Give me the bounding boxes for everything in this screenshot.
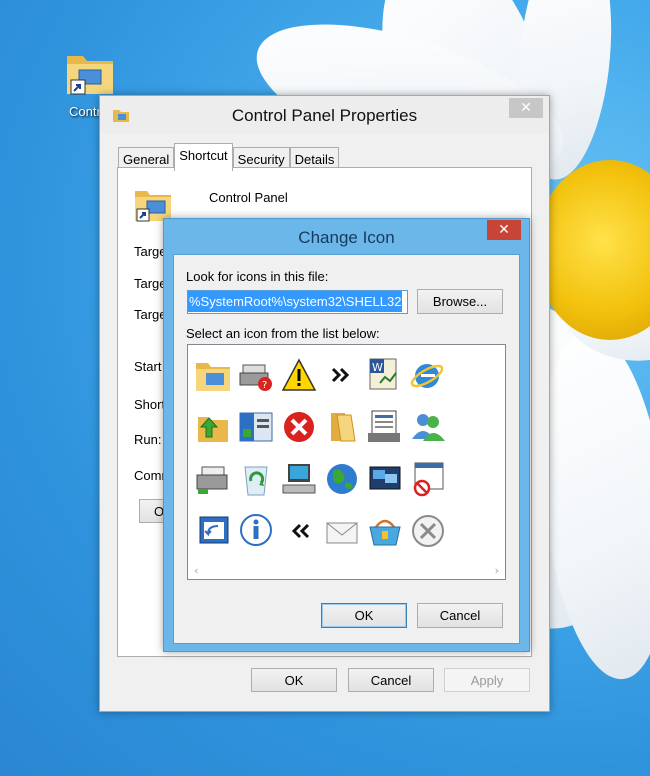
- tab-shortcut[interactable]: Shortcut: [174, 143, 233, 171]
- users-icon[interactable]: [406, 401, 449, 453]
- folder-up-arrow-icon[interactable]: [191, 401, 234, 453]
- back-arrows-icon[interactable]: [277, 505, 320, 557]
- change-icon-close-button[interactable]: ✕: [487, 220, 521, 240]
- start-menu-icon[interactable]: [234, 401, 277, 453]
- scroll-right-icon[interactable]: ›: [495, 564, 499, 577]
- blocked-window-icon[interactable]: [406, 453, 449, 505]
- scroll-left-icon[interactable]: ‹: [194, 564, 198, 577]
- svg-text:W: W: [372, 361, 383, 374]
- icon-file-path-input[interactable]: %SystemRoot%\system32\SHELL32: [187, 290, 408, 314]
- browse-button[interactable]: Browse...: [417, 289, 503, 314]
- forward-arrows-icon[interactable]: [320, 349, 363, 401]
- select-icon-label: Select an icon from the list below:: [186, 326, 380, 341]
- properties-title: Control Panel Properties: [231, 106, 418, 125]
- look-for-icons-label: Look for icons in this file:: [186, 269, 329, 284]
- warning-icon[interactable]: [277, 349, 320, 401]
- change-icon-dialog: Change Icon ✕ Look for icons in this fil…: [163, 218, 530, 652]
- start-in-label: Start: [134, 359, 162, 374]
- network-printer-icon[interactable]: [191, 453, 234, 505]
- change-icon-cancel-button[interactable]: Cancel: [417, 603, 503, 628]
- properties-close-button[interactable]: ✕: [509, 98, 543, 118]
- back-window-icon[interactable]: [191, 505, 234, 557]
- open-folder-icon[interactable]: [320, 401, 363, 453]
- properties-apply-button: Apply: [444, 668, 530, 692]
- properties-cancel-button[interactable]: Cancel: [348, 668, 434, 692]
- change-icon-client-area: Look for icons in this file: %SystemRoot…: [173, 254, 520, 644]
- shortcut-key-label: Short: [134, 397, 166, 412]
- globe-icon[interactable]: [320, 453, 363, 505]
- close-icon: ✕: [520, 100, 532, 116]
- internet-explorer-icon[interactable]: [406, 349, 449, 401]
- target-location-label: Targe: [134, 276, 167, 291]
- envelope-icon[interactable]: [320, 505, 363, 557]
- properties-titlebar[interactable]: Control Panel Properties ✕: [100, 96, 549, 134]
- icon-list[interactable]: ? W ‹ ›: [187, 344, 506, 580]
- recycle-bin-icon[interactable]: [234, 453, 277, 505]
- icon-list-scrollbar[interactable]: ‹ ›: [188, 562, 505, 579]
- run-label: Run:: [134, 432, 162, 447]
- document-chart-icon[interactable]: W: [363, 349, 406, 401]
- icon-file-path-value: %SystemRoot%\system32\SHELL32: [188, 291, 403, 312]
- target-type-label: Targe: [134, 244, 167, 259]
- printer-help-icon[interactable]: ?: [234, 349, 277, 401]
- error-x-icon[interactable]: [277, 401, 320, 453]
- control-panel-folder-icon: [67, 56, 113, 95]
- information-icon[interactable]: [234, 505, 277, 557]
- server-document-icon[interactable]: [363, 401, 406, 453]
- computer-icon[interactable]: [277, 453, 320, 505]
- shopping-basket-icon[interactable]: [363, 505, 406, 557]
- close-icon: ✕: [498, 222, 510, 238]
- gray-x-icon[interactable]: [406, 505, 449, 557]
- target-label: Targe: [134, 307, 167, 322]
- properties-tabs: General Shortcut Security Details: [118, 143, 340, 171]
- change-icon-title: Change Icon: [298, 228, 395, 247]
- network-windows-icon[interactable]: [363, 453, 406, 505]
- folder-icon[interactable]: [191, 349, 234, 401]
- svg-text:?: ?: [262, 380, 267, 391]
- properties-ok-button[interactable]: OK: [251, 668, 337, 692]
- shortcut-name: Control Panel: [209, 190, 288, 205]
- change-icon-ok-button[interactable]: OK: [321, 603, 407, 628]
